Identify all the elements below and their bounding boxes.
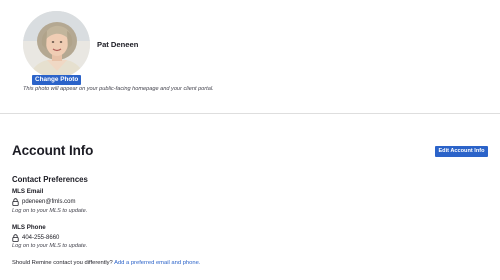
photo-note: This photo will appear on your public-fa… (23, 86, 214, 92)
lock-icon (12, 234, 19, 242)
mls-phone-row: 404-255-8660 (12, 234, 59, 242)
mls-phone-hint: Log on to your MLS to update. (12, 243, 88, 249)
mls-email-row: pdeneen@fmls.com (12, 198, 75, 206)
add-preferred-contact-link[interactable]: Add a preferred email and phone. (114, 260, 200, 266)
edit-account-info-button[interactable]: Edit Account Info (435, 146, 488, 157)
change-photo-button[interactable]: Change Photo (32, 75, 82, 85)
section-divider (0, 113, 500, 114)
mls-email-label: MLS Email (12, 188, 44, 195)
contact-footer-text: Should Remine contact you differently? (12, 260, 113, 266)
contact-footer: Should Remine contact you differently? A… (12, 260, 200, 266)
mls-email-value: pdeneen@fmls.com (22, 199, 76, 205)
avatar[interactable] (23, 11, 90, 78)
page-title: Account Info (12, 143, 94, 158)
profile-name: Pat Deneen (97, 40, 139, 49)
contact-preferences-heading: Contact Preferences (12, 175, 88, 184)
mls-phone-label: MLS Phone (12, 224, 46, 231)
profile-section: Change Photo Pat Deneen This photo will … (0, 0, 500, 113)
mls-phone-value: 404-255-8660 (22, 235, 60, 241)
lock-icon (12, 198, 19, 206)
mls-email-hint: Log on to your MLS to update. (12, 208, 88, 214)
profile-photo (23, 11, 90, 78)
